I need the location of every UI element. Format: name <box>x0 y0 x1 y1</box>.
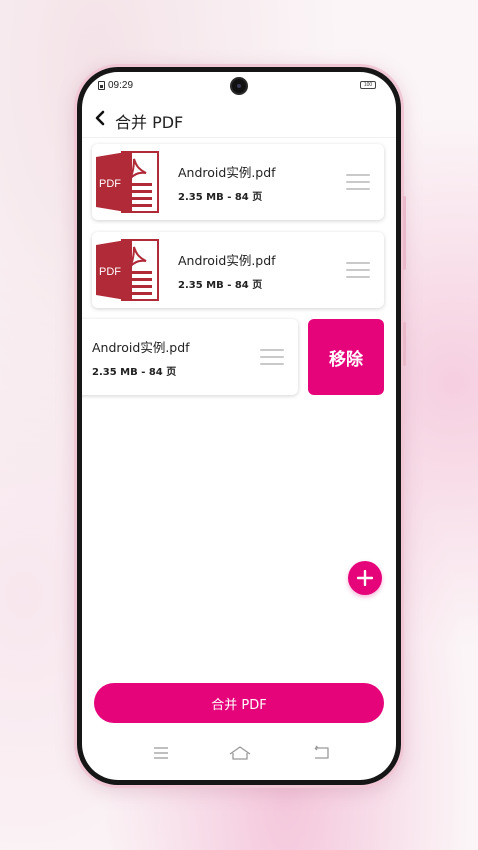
file-card[interactable]: PDF Android实例.pdf 2.35 MB - 84 页 <box>92 232 384 308</box>
file-meta: 2.35 MB - 84 页 <box>178 280 263 291</box>
pdf-file-icon: PDF <box>96 151 159 213</box>
menu-icon[interactable] <box>151 744 171 762</box>
page-title: 合并 PDF <box>115 113 184 132</box>
front-camera <box>230 77 248 95</box>
file-name: Android实例.pdf <box>178 253 276 268</box>
power-button <box>403 322 406 366</box>
file-card[interactable]: PDF Android实例.pdf 2.35 MB - 84 页 <box>92 144 384 220</box>
file-name: Android实例.pdf <box>178 165 276 180</box>
status-time: 09:29 <box>108 80 134 91</box>
back-icon[interactable] <box>311 744 331 762</box>
pdf-thumb-label: PDF <box>99 178 121 190</box>
battery-icon: 100 <box>360 81 376 89</box>
file-meta: 2.35 MB - 84 页 <box>92 367 177 378</box>
pdf-file-icon: PDF <box>96 239 159 301</box>
status-bar: 09:29 100 <box>82 72 396 100</box>
file-meta: 2.35 MB - 84 页 <box>178 192 263 203</box>
plus-icon <box>357 570 373 586</box>
drag-handle-icon[interactable] <box>260 349 284 367</box>
home-icon[interactable] <box>228 744 252 762</box>
chevron-left-icon[interactable] <box>92 110 108 126</box>
drag-handle-icon[interactable] <box>346 174 370 192</box>
file-name: Android实例.pdf <box>92 340 190 355</box>
volume-button <box>403 196 406 270</box>
system-nav-bar <box>82 736 396 770</box>
app-bar: 合并 PDF <box>82 100 396 138</box>
pdf-thumb-label: PDF <box>99 266 121 278</box>
add-file-button[interactable] <box>348 561 382 595</box>
drag-handle-icon[interactable] <box>346 262 370 280</box>
sim-icon <box>98 81 105 90</box>
merge-pdf-button[interactable]: 合并 PDF <box>94 683 384 723</box>
screen: 09:29 100 合并 PDF PDF Android实例.pdf 2.35 … <box>82 72 396 780</box>
file-card-swiped[interactable]: Android实例.pdf 2.35 MB - 84 页 <box>82 319 298 395</box>
remove-button[interactable]: 移除 <box>308 319 384 395</box>
